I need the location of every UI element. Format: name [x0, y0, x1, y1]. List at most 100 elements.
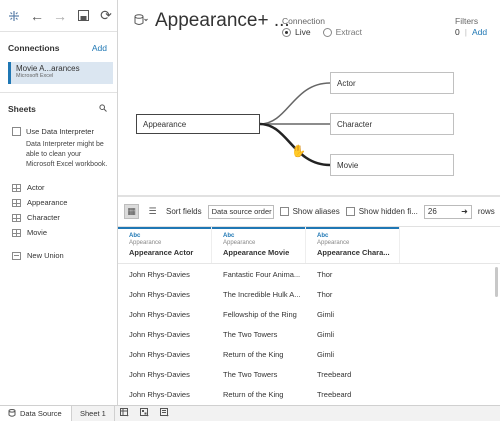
extract-radio[interactable]: Extract	[322, 27, 362, 37]
tab-data-source[interactable]: Data Source	[0, 405, 72, 421]
table-label: Appearance	[143, 119, 187, 129]
sort-fields-label: Sort fields	[166, 207, 202, 216]
bottom-tab-bar: Data Source Sheet 1 + + +	[0, 405, 500, 421]
table-appearance[interactable]: Appearance	[136, 114, 260, 134]
table-cell: Thor	[317, 289, 333, 299]
show-aliases-label: Show aliases	[292, 207, 340, 216]
column-header[interactable]: Abc Appearance Appearance Actor	[118, 227, 212, 263]
live-label: Live	[295, 27, 311, 37]
table-cell: John Rhys-Davies	[129, 349, 190, 359]
live-radio[interactable]: Live	[282, 27, 311, 37]
string-type-icon[interactable]: Abc	[223, 233, 305, 239]
table-cell: The Two Towers	[223, 329, 278, 339]
sheet-label: Appearance	[27, 198, 68, 207]
new-story-icon[interactable]: +	[155, 408, 175, 419]
table-cell: Fellowship of the Ring	[223, 309, 297, 319]
table-cell: John Rhys-Davies	[129, 269, 190, 279]
sort-fields-select[interactable]: Data source order	[207, 204, 274, 219]
table-cell: John Rhys-Davies	[129, 389, 190, 399]
data-interpreter-checkbox[interactable]	[12, 127, 21, 136]
show-hidden-label: Show hidden fi...	[358, 207, 418, 216]
table-cell: Return of the King	[223, 349, 284, 359]
database-icon[interactable]	[134, 14, 148, 29]
data-interpreter-option[interactable]: Use Data Interpreter	[12, 127, 111, 136]
grid-toolbar: ▦ ☰ Sort fields Data source order Show a…	[118, 195, 500, 227]
svg-text:+: +	[126, 413, 129, 417]
svg-text:+: +	[146, 413, 149, 417]
grid-header: Abc Appearance Appearance Actor Abc Appe…	[118, 227, 500, 264]
table-cell: Gimli	[317, 349, 335, 359]
column-header[interactable]: Abc Appearance Appearance Chara...	[306, 227, 400, 263]
sheet-item-character[interactable]: Character	[12, 210, 117, 225]
radio-selected-icon	[282, 27, 291, 37]
list-view-icon[interactable]: ☰	[145, 204, 160, 219]
tab-sheet1[interactable]: Sheet 1	[72, 405, 115, 421]
refresh-icon[interactable]: ⟳	[96, 6, 116, 26]
table-actor[interactable]: Actor	[330, 72, 454, 94]
column-source: Appearance	[129, 240, 162, 246]
column-header[interactable]: Abc Appearance Appearance Movie	[212, 227, 306, 263]
rows-input[interactable]: 26 ➜	[423, 204, 472, 219]
filters-label: Filters	[455, 16, 479, 26]
show-hidden-checkbox[interactable]	[345, 207, 355, 216]
string-type-icon[interactable]: Abc	[129, 233, 211, 239]
table-cell: John Rhys-Davies	[129, 289, 190, 299]
connections-title: Connections	[8, 43, 60, 53]
sheet-label: Actor	[27, 183, 45, 192]
string-type-icon[interactable]: Abc	[317, 233, 399, 239]
connection-options: Live Extract	[282, 27, 362, 37]
sheet-icon	[12, 228, 21, 237]
sheet-item-actor[interactable]: Actor	[12, 180, 117, 195]
divider	[0, 92, 117, 93]
add-filter-link[interactable]: Add	[472, 27, 487, 37]
rows-label: rows	[477, 207, 495, 216]
show-aliases-option[interactable]: Show aliases	[279, 207, 340, 216]
svg-text:+: +	[166, 413, 169, 417]
sheet-item-movie[interactable]: Movie	[12, 225, 117, 240]
filters-separator: |	[464, 27, 467, 37]
join-canvas: Appearance Actor Character Movie ✋	[118, 60, 500, 195]
connection-type: Microsoft Excel	[16, 73, 54, 79]
grid-view-icon[interactable]: ▦	[124, 204, 139, 219]
back-icon[interactable]: ←	[27, 6, 47, 26]
add-connection-link[interactable]: Add	[92, 43, 107, 53]
vertical-scrollbar[interactable]	[495, 267, 498, 297]
column-source: Appearance	[223, 240, 256, 246]
data-source-header: Appearance+ ... Connection Live Extract …	[118, 0, 500, 60]
arrow-right-icon[interactable]: ➜	[461, 207, 468, 216]
toolbar: ← → ⟳	[0, 0, 117, 32]
sheet-icon	[12, 213, 21, 222]
search-icon[interactable]	[99, 104, 107, 114]
connection-label: Connection	[282, 16, 326, 26]
column-source: Appearance	[317, 240, 350, 246]
data-source-title[interactable]: Appearance+ ...	[155, 10, 290, 32]
table-cell: Gimli	[317, 329, 335, 339]
rows-value: 26	[427, 207, 437, 216]
tableau-logo-icon[interactable]	[4, 6, 24, 26]
table-cell: John Rhys-Davies	[129, 309, 190, 319]
new-union-label: New Union	[27, 251, 64, 260]
join-line-actor	[259, 82, 331, 125]
connection-item[interactable]: Movie A...arances Microsoft Excel	[8, 62, 113, 84]
sheet-icon	[12, 183, 21, 192]
connection-name: Movie A...arances	[16, 64, 80, 73]
tab-label: Sheet 1	[80, 409, 106, 418]
save-icon[interactable]	[73, 6, 93, 26]
table-row: John Rhys-Davies The Two Towers Gimli	[118, 324, 500, 344]
hand-cursor-icon: ✋	[291, 144, 306, 158]
connections-header: Connections Add	[0, 40, 117, 56]
table-label: Character	[337, 119, 373, 129]
sheets-title: Sheets	[8, 104, 36, 114]
sheet-item-appearance[interactable]: Appearance	[12, 195, 117, 210]
table-row: John Rhys-Davies The Incredible Hulk A..…	[118, 284, 500, 304]
table-character[interactable]: Character	[330, 113, 454, 135]
radio-unselected-icon	[322, 27, 332, 37]
new-dashboard-icon[interactable]: +	[135, 408, 155, 419]
new-worksheet-icon[interactable]: +	[115, 408, 135, 419]
show-hidden-option[interactable]: Show hidden fi...	[345, 207, 418, 216]
table-cell: Thor	[317, 269, 333, 279]
show-aliases-checkbox[interactable]	[279, 207, 289, 216]
new-union-item[interactable]: New Union	[12, 248, 117, 263]
forward-icon[interactable]: →	[50, 6, 70, 26]
table-movie[interactable]: Movie	[330, 154, 454, 176]
